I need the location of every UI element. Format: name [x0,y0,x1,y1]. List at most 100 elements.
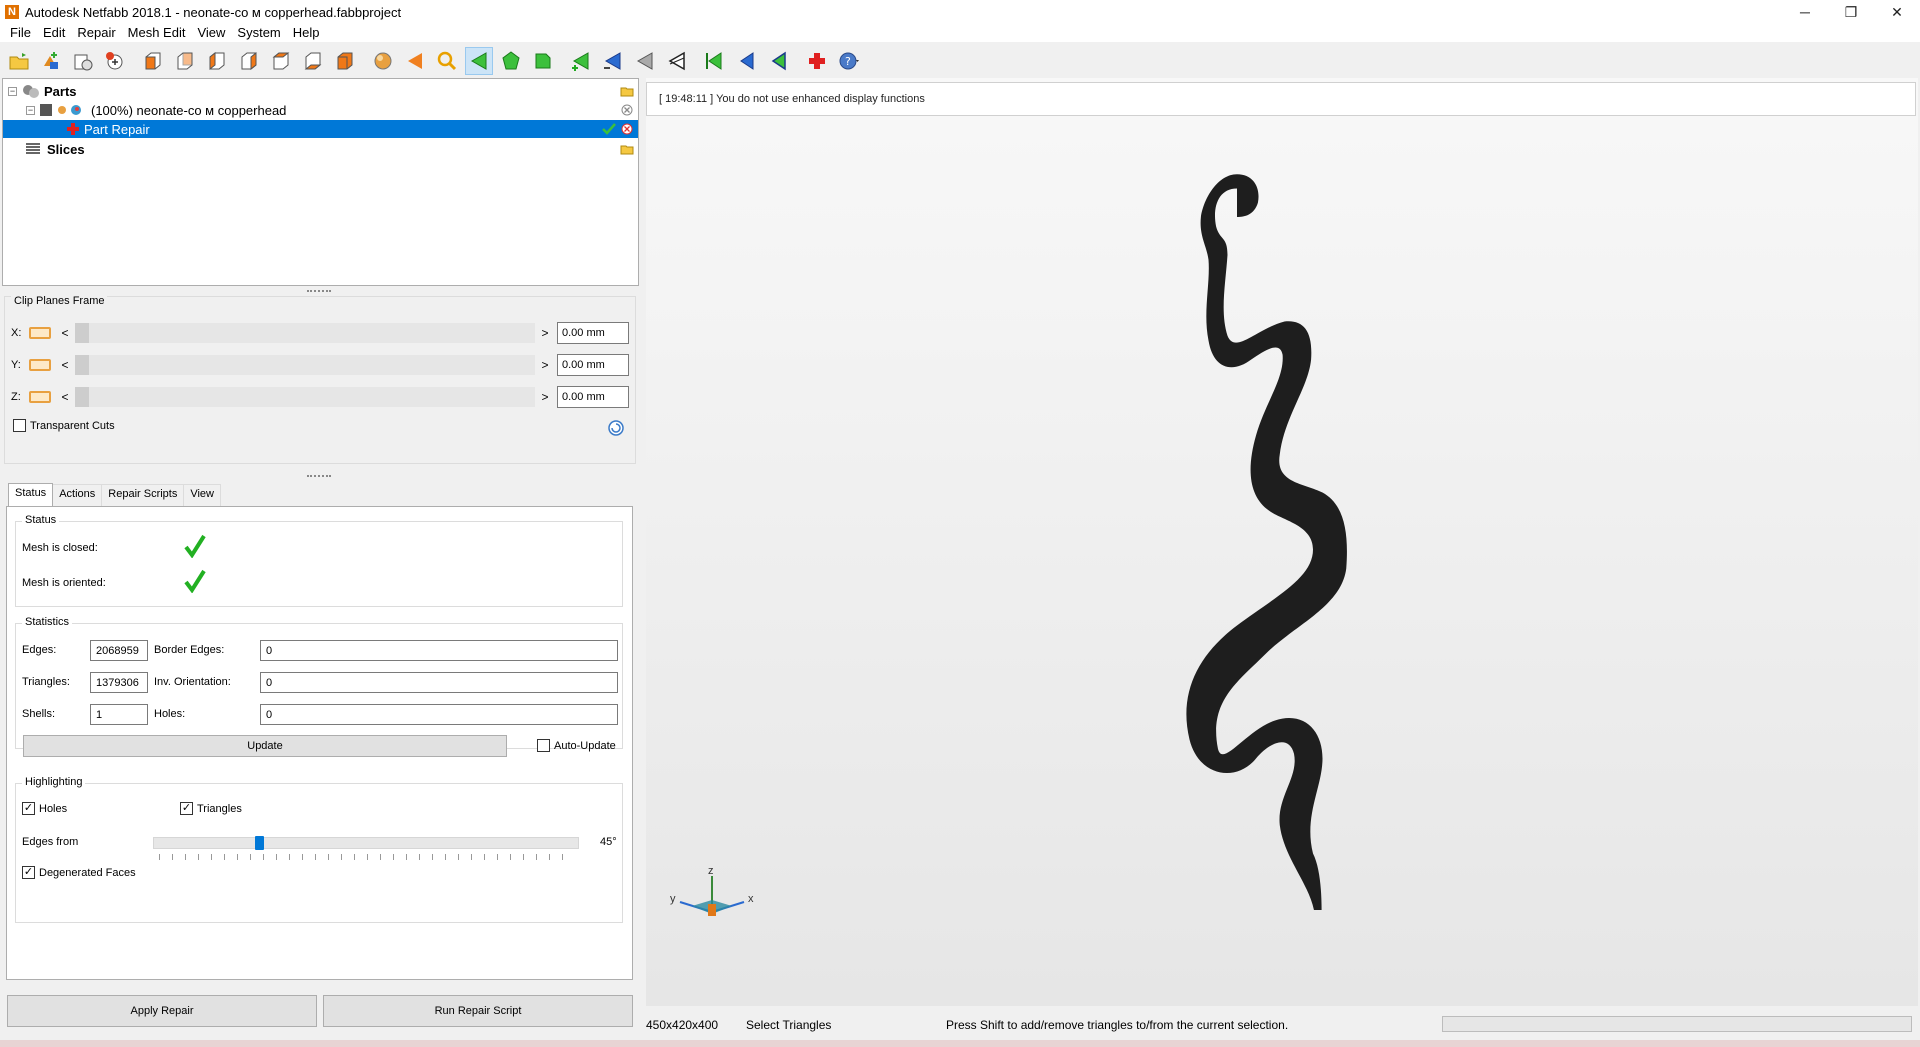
zoom-icon[interactable] [433,47,461,75]
mark-green-icon[interactable] [701,47,729,75]
menu-file[interactable]: File [4,25,37,40]
collapse-icon[interactable]: − [26,105,35,115]
clip-right-arrow[interactable]: > [539,390,551,404]
edges-from-slider-thumb[interactable] [255,836,264,850]
close-button[interactable]: ✕ [1874,0,1920,24]
tab-repair-scripts[interactable]: Repair Scripts [101,484,185,506]
view-front-icon[interactable] [139,47,167,75]
restore-button[interactable]: ❐ [1828,0,1874,24]
remove-part-icon[interactable] [620,104,634,116]
status-mode: Select Triangles [746,1018,832,1032]
tab-view[interactable]: View [183,484,221,506]
degenerated-faces-option[interactable]: ✓ Degenerated Faces [22,866,136,879]
view-bottom-icon[interactable] [299,47,327,75]
shading-icon[interactable] [369,47,397,75]
status-progress-bar [1442,1016,1912,1032]
tab-status[interactable]: Status [8,483,54,506]
clip-planes-frame: Clip Planes Frame X: < > 0.00 mm Y: < > … [4,295,636,464]
menu-edit[interactable]: Edit [37,25,71,40]
new-part-icon[interactable] [69,47,97,75]
collapse-icon[interactable]: − [8,86,17,96]
clip-plane-z-icon[interactable] [29,391,51,403]
transparent-cuts-option[interactable]: Transparent Cuts [13,419,115,432]
triangle-invert-icon[interactable] [631,47,659,75]
menu-view[interactable]: View [191,25,231,40]
edges-from-slider[interactable] [153,837,579,849]
open-project-icon[interactable] [5,47,33,75]
clip-left-arrow[interactable]: < [59,326,71,340]
minimize-button[interactable]: ─ [1782,0,1828,24]
view-left-icon[interactable] [203,47,231,75]
tree-item-slices[interactable]: Slices [3,140,638,158]
clip-slider-x[interactable] [75,323,535,343]
open-folder-icon[interactable] [620,143,634,155]
degenerated-faces-checkbox[interactable]: ✓ [22,866,35,879]
highlighting-group-title: Highlighting [22,776,86,788]
holes-highlight-label: Holes [39,802,68,815]
status-hint: Press Shift to add/remove triangles to/f… [946,1018,1289,1032]
transparent-cuts-checkbox[interactable] [13,419,26,432]
open-folder-icon[interactable] [620,85,634,97]
auto-update-option[interactable]: Auto-Update [537,739,616,752]
select-shells-icon[interactable] [529,47,557,75]
view-right-icon[interactable] [235,47,263,75]
holes-highlight-option[interactable]: ✓ Holes [22,802,67,815]
clip-y-value[interactable]: 0.00 mm [557,354,629,376]
splitter-handle[interactable] [307,475,331,478]
highlighting-group: Highlighting ✓ Holes ✓ Triangles Edges f… [15,776,623,923]
clip-plane-x-icon[interactable] [29,327,51,339]
clip-slider-y[interactable] [75,355,535,375]
snake-model[interactable] [1180,160,1420,910]
clip-right-arrow[interactable]: > [539,358,551,372]
repair-tabs: Status Actions Repair Scripts View [8,483,221,506]
view-back-icon[interactable] [171,47,199,75]
clip-right-arrow[interactable]: > [539,326,551,340]
holes-checkbox[interactable]: ✓ [22,802,35,815]
menu-repair[interactable]: Repair [71,25,121,40]
repair-cross-icon[interactable] [803,47,831,75]
tree-item-parts[interactable]: − Parts [3,82,638,100]
apply-repair-button[interactable]: Apply Repair [7,995,317,1027]
reset-clip-icon[interactable] [607,419,625,437]
parts-icon [23,85,39,98]
view-iso-icon[interactable] [331,47,359,75]
view-top-icon[interactable] [267,47,295,75]
mark-blue-icon[interactable] [733,47,761,75]
slices-label: Slices [47,141,85,157]
splitter-handle[interactable] [307,290,331,293]
auto-update-checkbox[interactable] [537,739,550,752]
triangle-remove-icon[interactable] [599,47,627,75]
arrow-left-icon[interactable] [401,47,429,75]
tab-actions[interactable]: Actions [52,484,103,506]
part-status-icons [40,104,81,116]
axis-y-label: y [670,893,676,905]
parts-label: Parts [44,83,77,99]
clip-slider-z[interactable] [75,387,535,407]
tree-item-part[interactable]: − (100%) neonate-co м copperhead [3,101,638,119]
select-triangles-icon[interactable] [465,47,493,75]
tree-item-part-repair[interactable]: Part Repair [3,120,638,138]
triangles-highlight-option[interactable]: ✓ Triangles [180,802,242,815]
add-slice-icon[interactable] [101,47,129,75]
clip-x-value[interactable]: 0.00 mm [557,322,629,344]
close-repair-icon[interactable] [620,123,634,135]
menu-system[interactable]: System [231,25,286,40]
clip-left-arrow[interactable]: < [59,358,71,372]
run-repair-script-button[interactable]: Run Repair Script [323,995,633,1027]
add-part-icon[interactable] [37,47,65,75]
clip-plane-y-icon[interactable] [29,359,51,371]
apply-check-icon[interactable] [602,123,616,135]
help-icon[interactable]: ? [835,47,863,75]
triangle-add-icon[interactable] [567,47,595,75]
mesh-closed-check-icon [184,534,206,558]
update-button[interactable]: Update [23,735,507,757]
clip-left-arrow[interactable]: < [59,390,71,404]
status-group: Status Mesh is closed: Mesh is oriented: [15,514,623,607]
triangle-delete-icon[interactable] [663,47,691,75]
triangles-checkbox[interactable]: ✓ [180,802,193,815]
menu-mesh-edit[interactable]: Mesh Edit [122,25,192,40]
select-surfaces-icon[interactable] [497,47,525,75]
clip-z-value[interactable]: 0.00 mm [557,386,629,408]
mark-outline-icon[interactable] [765,47,793,75]
menu-help[interactable]: Help [287,25,326,40]
